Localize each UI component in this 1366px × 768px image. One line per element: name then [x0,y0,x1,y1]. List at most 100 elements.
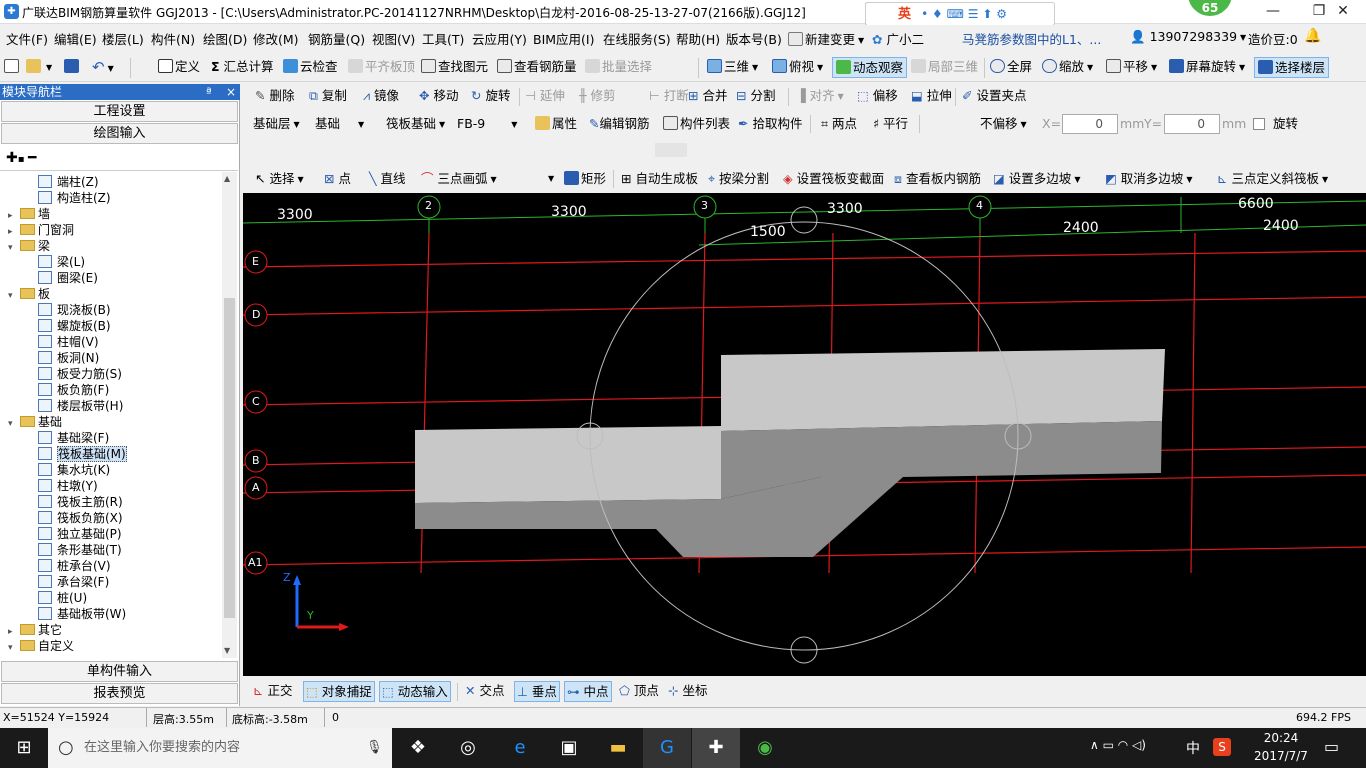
panel-close-icon[interactable]: × [226,84,236,100]
parallel-button[interactable]: ♯ 平行 [873,113,908,135]
edit-rebar-button[interactable]: ✎编辑钢筋 [589,113,650,135]
element-type-select[interactable]: 筏板基础 ▼ [382,114,448,134]
delete-button[interactable]: ✎ 删除 [255,85,294,107]
line-button[interactable]: ╲ 直线 [369,168,406,190]
merge-button[interactable]: ⊞ 合并 [688,85,727,107]
define-button[interactable]: 定义 [158,56,200,78]
tree-folder[interactable]: ▾ 基础 [8,414,62,430]
tree-item[interactable]: 桩承台(V) [38,558,111,574]
open-file-button[interactable]: ▼ [26,56,52,78]
set-multi-slope-button[interactable]: ◪ 设置多边坡 ▼ [993,168,1080,190]
local-3d-button[interactable]: 局部三维 [911,56,978,78]
level-slab-top-button[interactable]: 平齐板顶 [348,56,415,78]
extend-button[interactable]: ⊣ 延伸 [525,85,565,107]
tree-folder[interactable]: ▾ 自定义 [8,638,74,654]
menu-item[interactable]: 工具(T) [422,29,464,48]
user-account[interactable]: 👤 13907298339 ▼ [1130,29,1246,45]
pin-icon[interactable]: ª [206,84,212,100]
select-floor-button[interactable]: 选择楼层 [1254,57,1330,78]
new-file-button[interactable] [4,56,21,78]
tree-item[interactable]: 柱帽(V) [38,334,99,350]
top-view-dropdown[interactable]: 俯视 ▼ [772,56,823,78]
tree-item[interactable]: 梁(L) [38,254,85,270]
tree-item[interactable]: 构造柱(Z) [38,190,111,206]
sum-calc-button[interactable]: Σ 汇总计算 [211,56,274,78]
notification-center-icon[interactable]: ▭ [1324,737,1339,756]
menu-item[interactable]: 在线服务(S) [603,29,671,48]
y-offset-input[interactable]: 0 [1164,114,1220,134]
pick-element-button[interactable]: ✒ 拾取构件 [738,113,802,135]
tree-item[interactable]: 柱墩(Y) [38,478,98,494]
menu-item[interactable]: 绘图(D) [203,29,247,48]
tree-item[interactable]: 板负筋(F) [38,382,109,398]
align-dropdown[interactable]: ▐ 对齐 ▼ [796,85,844,107]
ggj-app-icon[interactable]: ✚ [692,728,740,768]
file-explorer-icon[interactable]: ▬ [594,728,642,768]
batch-select-button[interactable]: 批量选择 [585,56,652,78]
store-icon[interactable]: ▣ [545,728,593,768]
menu-item[interactable]: BIM应用(I) [533,29,595,48]
zoom-dropdown[interactable]: 缩放 ▼ [1042,56,1093,78]
tree-item[interactable]: 筏板负筋(X) [38,510,123,526]
view-slab-rebar-button[interactable]: ⧈ 查看板内钢筋 [894,168,981,190]
tree-scrollbar[interactable]: ▲ ▼ [222,172,237,658]
offset-mode-select[interactable]: 不偏移 ▼ [976,114,1038,134]
tree-item[interactable]: 集水坑(K) [38,462,110,478]
project-settings-button[interactable]: 工程设置 [1,101,238,122]
split-button[interactable]: ⊟ 分割 [736,85,775,107]
element-name-select[interactable]: FB-9 ▼ [453,114,525,134]
object-snap-button[interactable]: ⬚ 对象捕捉 [303,681,375,702]
snap-coordinate-button[interactable]: ⊹ 坐标 [668,680,707,702]
green-app-icon[interactable]: ◉ [741,728,789,768]
ime-tools-icon[interactable]: • ♦ ⌨ ☰ ⬆ ⚙ [921,3,1007,25]
ime-indicator[interactable]: 中 [1186,738,1200,758]
glodon-app-icon[interactable]: G [643,728,691,768]
dynamic-observe-button[interactable]: 动态观察 [832,57,908,78]
tree-item[interactable]: 端柱(Z) [38,174,99,190]
view-3d-dropdown[interactable]: 三维 ▼ [707,56,758,78]
arc-options-dropdown[interactable]: ▼ [548,168,554,190]
taskbar-search[interactable]: ○ 在这里输入你要搜索的内容 🎙 [48,728,392,768]
minimize-button[interactable]: — [1250,0,1296,24]
view-rebar-button[interactable]: 查看钢筋量 [497,56,577,78]
two-points-button[interactable]: ⌗ 两点 [821,113,857,135]
mirror-button[interactable]: ⩘ 镜像 [363,85,399,107]
single-element-input-button[interactable]: 单构件输入 [1,661,238,682]
tree-item[interactable]: 独立基础(P) [38,526,122,542]
tree-item[interactable]: 楼层板带(H) [38,398,123,414]
expand-all-icon[interactable]: ✚▪ [6,150,25,166]
stretch-button[interactable]: ⬓ 拉伸 [911,85,952,107]
new-change-menu[interactable]: 新建变更 ▼ [788,29,864,48]
move-button[interactable]: ✥ 移动 [419,85,458,107]
menu-item[interactable]: 楼层(L) [102,29,144,48]
expanded-arrow-icon[interactable]: ▾ [8,640,20,656]
menu-item[interactable]: 视图(V) [372,29,415,48]
windows-start-icon[interactable]: ⊞ [0,728,48,768]
sogou-tray-icon[interactable]: S [1213,738,1231,756]
tree-item[interactable]: 筏板主筋(R) [38,494,123,510]
ortho-button[interactable]: ⊾ 正交 [253,680,292,702]
tray-icons[interactable]: ∧ ▭ ◠ ◁) [1090,738,1146,752]
collapse-all-icon[interactable]: ━ [28,150,36,166]
tree-item[interactable]: 筏板基础(M) [38,446,127,462]
snap-intersection-button[interactable]: ✕ 交点 [465,680,504,702]
tree-item[interactable]: 承台梁(F) [38,574,109,590]
rotate-checkbox[interactable] [1253,118,1265,130]
tree-item[interactable]: 圈梁(E) [38,270,98,286]
tree-item[interactable]: 条形基础(T) [38,542,122,558]
scroll-thumb[interactable] [224,298,235,618]
save-button[interactable] [64,56,81,78]
report-preview-button[interactable]: 报表预览 [1,683,238,704]
dynamic-input-button[interactable]: ⬚ 动态输入 [379,681,451,702]
point-button[interactable]: ⊠ 点 [324,168,351,190]
marquee-link[interactable]: 马凳筋参数图中的L1、... [962,29,1122,48]
element-list-button[interactable]: 构件列表 [663,113,730,135]
fullscreen-button[interactable]: 全屏 [990,56,1032,78]
tree-item[interactable]: 螺旋板(B) [38,318,111,334]
pan-dropdown[interactable]: 平移 ▼ [1106,56,1157,78]
toolbar-grip[interactable] [655,143,687,157]
menu-item[interactable]: 钢筋量(Q) [308,29,365,48]
clock-date[interactable]: 2017/7/7 [1246,749,1316,763]
menu-item[interactable]: 修改(M) [253,29,299,48]
menu-item[interactable]: 文件(F) [6,29,48,48]
